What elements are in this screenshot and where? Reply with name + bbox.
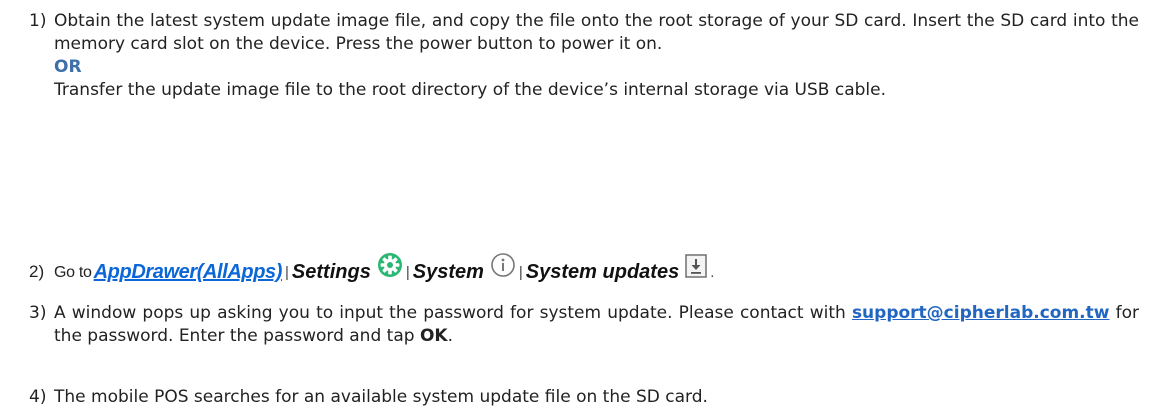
info-circle-icon — [490, 252, 516, 284]
system-label: System — [412, 261, 484, 283]
or-label: OR — [54, 57, 82, 77]
step-number: 4) — [29, 387, 47, 407]
path-separator: | — [518, 264, 523, 281]
step-3-text: A window pops up asking you to input the… — [54, 303, 852, 323]
step-1-text: Obtain the latest system update image fi… — [54, 11, 1139, 54]
path-separator: | — [405, 264, 410, 281]
step-2: 2) Go to AppDrawer(AllApps) | Settings |… — [29, 252, 1139, 284]
step-1: 1) Obtain the latest system update image… — [29, 10, 1139, 102]
system-updates-label: System updates — [525, 261, 680, 283]
app-drawer-link[interactable]: AppDrawer(AllApps) — [94, 261, 283, 284]
step-4-text: The mobile POS searches for an available… — [54, 387, 708, 407]
step-number: 1) — [29, 11, 47, 31]
system-update-download-icon — [685, 254, 707, 284]
step-number: 2) — [29, 262, 45, 281]
step-3: 3) A window pops up asking you to input … — [29, 302, 1139, 348]
ok-label: OK — [419, 326, 448, 346]
settings-gear-icon — [377, 252, 403, 284]
step-4: 4) The mobile POS searches for an availa… — [29, 386, 1139, 409]
path-separator: | — [285, 264, 289, 281]
step-1-alt-text: Transfer the update image file to the ro… — [54, 80, 886, 100]
sentence-end: . — [710, 264, 715, 281]
go-to-text: Go to — [54, 264, 92, 281]
step-number: 3) — [29, 303, 47, 323]
step-3-text-c: . — [447, 326, 453, 346]
settings-label: Settings — [291, 261, 371, 283]
support-email-link[interactable]: support@cipherlab.com.tw — [852, 303, 1110, 323]
